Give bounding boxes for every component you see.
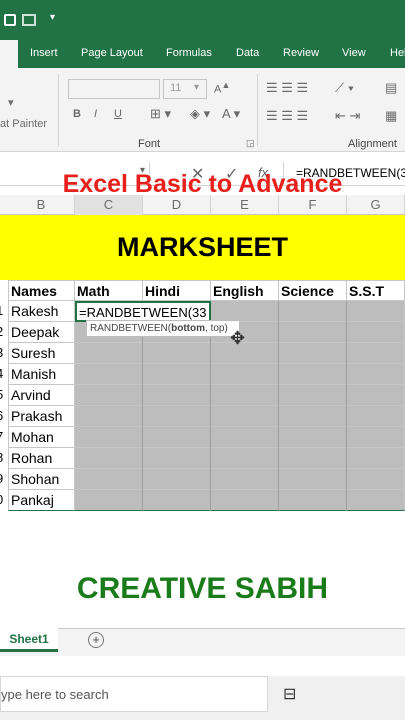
name-cell[interactable]: Prakash bbox=[8, 406, 75, 427]
bold-button[interactable]: B bbox=[73, 108, 81, 120]
name-cell[interactable]: Suresh bbox=[8, 343, 75, 364]
header-science[interactable]: Science bbox=[279, 280, 347, 301]
left-align-icon[interactable]: ☰ ☰ ☰ bbox=[266, 108, 308, 124]
font-dialog-launcher-icon[interactable]: ◲ bbox=[246, 138, 255, 149]
top-align-icon[interactable]: ☰ ☰ ☰ bbox=[266, 80, 308, 96]
font-group-label: Font bbox=[138, 138, 161, 150]
tab-help[interactable]: Hel bbox=[390, 47, 405, 59]
header-hindi[interactable]: Hindi bbox=[143, 280, 211, 301]
header-math[interactable]: Math bbox=[75, 280, 143, 301]
taskbar: ype here to search ⊟ bbox=[0, 676, 405, 720]
score-cell[interactable] bbox=[211, 301, 279, 322]
row-number[interactable]: 6 bbox=[0, 406, 8, 427]
active-cell[interactable]: =RANDBETWEEN(33 bbox=[75, 301, 211, 322]
score-grid[interactable] bbox=[75, 406, 405, 427]
taskbar-search-input[interactable]: ype here to search bbox=[0, 676, 268, 712]
header-names[interactable]: Names bbox=[8, 280, 75, 301]
name-cell[interactable]: Arvind bbox=[8, 385, 75, 406]
name-cell[interactable]: Rohan bbox=[8, 448, 75, 469]
save-icon[interactable] bbox=[4, 14, 16, 26]
alignment-group-label: Alignment bbox=[348, 138, 397, 150]
row-number[interactable]: 2 bbox=[0, 322, 8, 343]
video-title-overlay: Excel Basic to Advance bbox=[62, 170, 343, 198]
row-number[interactable]: 4 bbox=[0, 364, 8, 385]
tab-review[interactable]: Review bbox=[283, 47, 319, 59]
grid-line bbox=[278, 301, 279, 511]
underline-button[interactable]: U bbox=[114, 108, 122, 120]
orientation-icon[interactable]: ⟋ ▾ bbox=[335, 80, 354, 96]
score-cell[interactable] bbox=[347, 301, 405, 322]
score-grid[interactable] bbox=[75, 490, 405, 511]
undo-icon[interactable] bbox=[22, 14, 36, 26]
score-grid[interactable] bbox=[75, 448, 405, 469]
borders-icon[interactable]: ⊞ ▾ bbox=[150, 106, 171, 122]
tab-view[interactable]: View bbox=[342, 47, 366, 59]
font-size-box[interactable]: 11 ▾ bbox=[163, 79, 207, 99]
font-color-icon[interactable]: A ▾ bbox=[222, 106, 240, 122]
wrap-text-icon[interactable]: ▤ bbox=[385, 80, 397, 96]
grid-line bbox=[142, 322, 143, 511]
move-cursor-icon: ✥ bbox=[230, 328, 246, 348]
row-number[interactable]: 9 bbox=[0, 469, 8, 490]
marksheet-table: Names Math Hindi English Science S.S.T 1… bbox=[0, 280, 405, 511]
font-name-box[interactable] bbox=[68, 79, 160, 99]
tab-formulas[interactable]: Formulas bbox=[166, 47, 212, 59]
name-cell[interactable]: Shohan bbox=[8, 469, 75, 490]
name-cell[interactable]: Pankaj bbox=[8, 490, 75, 511]
name-cell[interactable]: Manish bbox=[8, 364, 75, 385]
paste-dropdown-icon[interactable]: ▾ bbox=[8, 96, 14, 109]
task-view-icon[interactable]: ⊟ bbox=[283, 684, 296, 704]
increase-font-icon[interactable]: A▲ bbox=[214, 80, 230, 96]
name-cell[interactable]: Mohan bbox=[8, 427, 75, 448]
creator-credit-overlay: CREATIVE SABIH bbox=[76, 572, 329, 605]
add-sheet-icon[interactable]: + bbox=[88, 632, 104, 648]
ribbon: ▾ at Painter 11 ▾ A▲ B I U ⊞ ▾ ◈ ▾ A ▾ F… bbox=[0, 68, 405, 152]
row-number[interactable]: 1 bbox=[0, 301, 8, 322]
function-tooltip: RANDBETWEEN(bottom, top) bbox=[86, 320, 240, 337]
sheet-tab-bar: Sheet1 + bbox=[0, 628, 405, 656]
row-number[interactable]: 3 bbox=[0, 343, 8, 364]
score-grid[interactable] bbox=[75, 427, 405, 448]
name-cell[interactable]: Deepak bbox=[8, 322, 75, 343]
ribbon-tabs: Insert Page Layout Formulas Data Review … bbox=[0, 40, 405, 68]
tab-home[interactable]: e bbox=[0, 40, 18, 68]
row-number[interactable]: 8 bbox=[0, 448, 8, 469]
tab-data[interactable]: Data bbox=[236, 47, 259, 59]
grid-line bbox=[346, 301, 347, 511]
header-sst[interactable]: S.S.T bbox=[347, 280, 405, 301]
grid-line bbox=[210, 322, 211, 511]
name-cell[interactable]: Rakesh bbox=[8, 301, 75, 322]
score-grid[interactable] bbox=[75, 469, 405, 490]
merge-center-icon[interactable]: ▦ bbox=[385, 108, 397, 124]
italic-button[interactable]: I bbox=[94, 108, 97, 120]
row-number[interactable]: 0 bbox=[0, 490, 8, 511]
row-number[interactable]: 7 bbox=[0, 427, 8, 448]
customize-quick-access-icon[interactable]: ▾ bbox=[50, 12, 55, 23]
title-bar: ▾ bbox=[0, 0, 405, 40]
format-painter-button[interactable]: at Painter bbox=[0, 118, 47, 130]
indent-icon[interactable]: ⇤ ⇥ bbox=[335, 108, 360, 124]
score-cell[interactable] bbox=[279, 301, 347, 322]
row-number[interactable]: 5 bbox=[0, 385, 8, 406]
score-grid[interactable] bbox=[75, 385, 405, 406]
marksheet-banner[interactable]: MARKSHEET bbox=[0, 215, 405, 280]
tab-page-layout[interactable]: Page Layout bbox=[81, 47, 143, 59]
score-grid[interactable] bbox=[75, 364, 405, 385]
tab-insert[interactable]: Insert bbox=[30, 47, 58, 59]
fill-color-icon[interactable]: ◈ ▾ bbox=[190, 106, 210, 122]
header-english[interactable]: English bbox=[211, 280, 279, 301]
sheet-tab-sheet1[interactable]: Sheet1 bbox=[0, 628, 58, 652]
